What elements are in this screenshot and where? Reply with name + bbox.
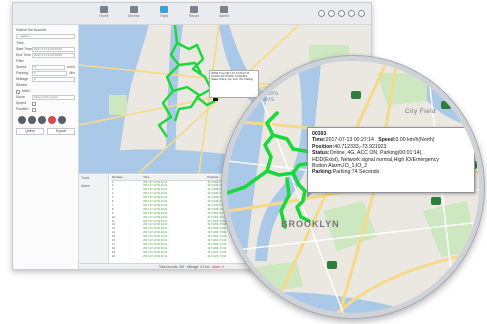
position-label: Position	[16, 107, 29, 111]
table-side-tabs: Track Alarm	[79, 174, 109, 263]
popup-parking-value: Parking:74 Seconds	[332, 169, 380, 176]
start-time-input[interactable]: 2017-07-13 00:00:00	[32, 47, 75, 52]
stream-value: Main	[22, 89, 30, 93]
status-mileage: Mileage: 4.2 km	[187, 265, 210, 269]
stop-icon[interactable]	[48, 116, 56, 124]
search-label: Search the Account	[16, 28, 47, 32]
monitor-icon	[130, 6, 138, 13]
query-panel: Search the Account —select— Time Start T…	[13, 25, 79, 269]
table-cell: 20	[112, 254, 115, 258]
popup-time-label: Time:	[312, 137, 326, 144]
parking-label: Parking	[16, 71, 28, 75]
popup-status-value: Online, 4G, ACC ON, Parking(00:01:14),	[329, 150, 423, 157]
nav-home[interactable]: Home	[93, 6, 115, 19]
label-city-field: City Field	[405, 109, 437, 115]
mileage-row: Mileage 0	[16, 77, 75, 82]
show-row: Show Show track points	[16, 95, 75, 100]
popup-position-label: Position:	[312, 143, 335, 150]
query-buttons: Query Export	[16, 128, 75, 135]
vehicle-info-popup: × 00393 Time:2017-07-13 00:27:14 Speed:0…	[307, 127, 475, 198]
playback-controls	[18, 116, 75, 124]
screenshot-stage: Home Monitor Track Report Admin Search t…	[0, 0, 487, 324]
tab-track[interactable]: Track	[79, 174, 108, 182]
popup-time-value: 2017-07-13 00:27:14	[325, 137, 374, 144]
end-time-label: End Time	[16, 53, 31, 57]
track-icon	[160, 6, 168, 13]
popup-status-line3: Button Alarm,IO_1,IO_2	[312, 163, 368, 170]
popup-speed-label: Speed:	[378, 137, 396, 144]
window-controls	[318, 10, 365, 17]
nav-monitor[interactable]: Monitor	[123, 6, 145, 19]
nav-admin-label: Admin	[219, 14, 229, 18]
mileage-label: Mileage	[16, 77, 29, 81]
parking-input[interactable]: 3	[32, 71, 68, 76]
pause-icon[interactable]	[38, 116, 46, 124]
filter-label: Filter	[16, 59, 24, 63]
map-magnifier[interactable]: BROOKLYN City Field United Nations Headq…	[222, 56, 484, 318]
nav-admin[interactable]: Admin	[213, 6, 235, 19]
end-time-row: End Time 2017-07-13 23:59:59	[16, 53, 75, 58]
user-icon[interactable]	[318, 10, 325, 17]
stream-radio[interactable]	[16, 89, 20, 94]
status-alarm: Alarm: 0	[212, 265, 224, 269]
speed-label: Speed	[16, 65, 27, 69]
label-brooklyn: BROOKLYN	[281, 219, 340, 229]
popup-close-icon[interactable]: ×	[465, 130, 471, 136]
nav-track[interactable]: Track	[153, 6, 175, 19]
popup-device-id: 00393	[312, 131, 327, 137]
end-time-input[interactable]: 2017-07-13 23:59:59	[32, 53, 75, 58]
close-icon[interactable]	[358, 10, 365, 17]
show-select[interactable]: Show track points	[32, 95, 75, 100]
speed2-row: Speed	[16, 101, 75, 106]
tab-alarm[interactable]: Alarm	[79, 182, 108, 190]
popup-pointer	[307, 192, 313, 198]
mileage-input[interactable]: 0	[32, 77, 75, 82]
position-check[interactable]	[32, 107, 36, 112]
nav-report[interactable]: Report	[183, 6, 205, 19]
stream-row: Main	[16, 89, 75, 94]
popup-position-value: 40.712333,-73.921923	[334, 143, 387, 150]
stream-label: Stream	[16, 83, 28, 87]
speed-row: Speed 0 km/h	[16, 65, 75, 70]
query-button[interactable]: Query	[16, 128, 44, 135]
nav-monitor-label: Monitor	[128, 14, 140, 18]
show-label: Show	[16, 95, 25, 99]
playback-speed-label: Speed	[16, 101, 27, 105]
top-navigation-bar: Home Monitor Track Report Admin	[13, 3, 371, 25]
rewind-icon[interactable]	[18, 116, 26, 124]
help-icon[interactable]	[338, 10, 345, 17]
status-records: Total records: 220	[159, 265, 185, 269]
nav-home-label: Home	[99, 14, 109, 18]
forward-icon[interactable]	[58, 116, 66, 124]
speed-input[interactable]: 0	[32, 65, 66, 70]
home-icon	[100, 6, 108, 13]
popup-status-label: Status:	[312, 150, 330, 157]
play-icon[interactable]	[28, 116, 36, 124]
popup-status-line2: HDD(Exist), Network signal normal,High I…	[312, 156, 439, 163]
nav-track-label: Track	[159, 14, 169, 18]
settings-icon[interactable]	[328, 10, 335, 17]
vehicle-car-icon[interactable]	[227, 61, 237, 69]
speed-unit: km/h	[67, 65, 75, 69]
account-select[interactable]: —select—	[16, 34, 75, 39]
popup-speed-value: 0.00 km/h(North)	[395, 137, 435, 144]
parking-row: Parking 3 Min	[16, 71, 75, 76]
report-icon	[190, 6, 198, 13]
table-cell: 2017-07-13 00:25:41	[143, 254, 168, 258]
time-label: Time	[16, 41, 24, 45]
position-row: Position	[16, 107, 75, 112]
minimize-icon[interactable]	[348, 10, 355, 17]
export-button[interactable]: Export	[47, 128, 75, 135]
start-time-label: Start Time	[16, 47, 32, 51]
parking-unit: Min	[69, 71, 75, 75]
start-time-row: Start Time 2017-07-13 00:00:00	[16, 47, 75, 52]
admin-icon	[220, 6, 228, 13]
nav-report-label: Report	[188, 14, 200, 18]
label-united-nations: United Nations Headquarters	[231, 91, 279, 103]
popup-parking-label: Parking:	[312, 169, 333, 176]
playback-speed-check[interactable]	[32, 101, 36, 106]
